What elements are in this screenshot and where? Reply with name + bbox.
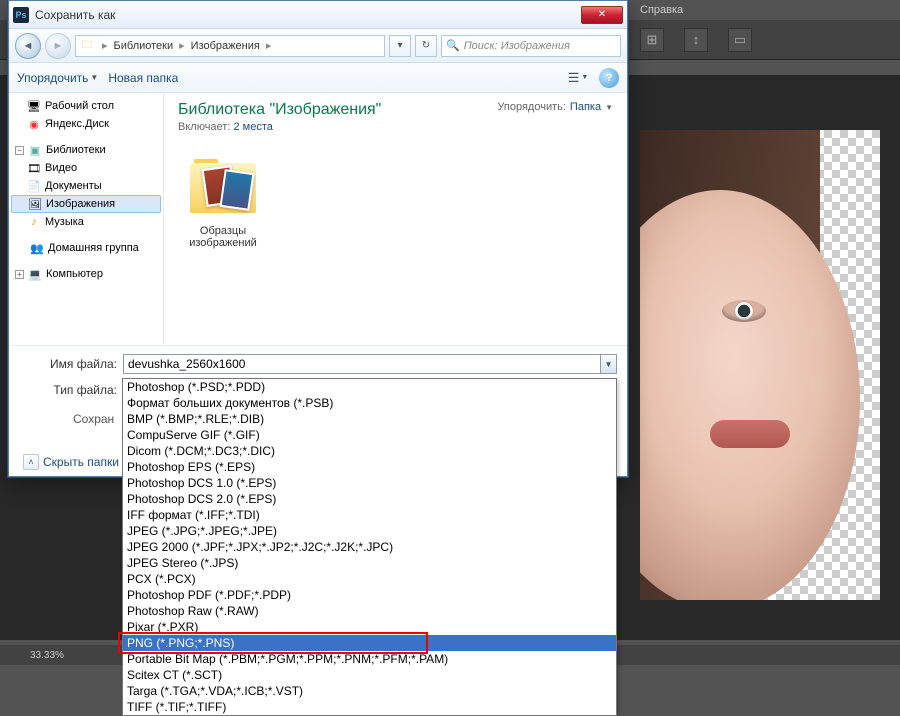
search-placeholder: Поиск: Изображения [464, 40, 570, 52]
tool-setting-3[interactable]: ▭ [728, 28, 752, 52]
menu-help[interactable]: Справка [640, 4, 683, 16]
chevron-down-icon: ▼ [90, 73, 98, 82]
tree-desktop[interactable]: 🖥Рабочий стол [9, 97, 163, 115]
ps-app-icon: Ps [13, 7, 29, 23]
tree-homegroup[interactable]: 👥Домашняя группа [9, 239, 163, 257]
filename-label: Имя файла: [19, 357, 123, 371]
dialog-title: Сохранить как [35, 8, 581, 22]
expand-icon[interactable]: + [15, 270, 24, 279]
video-icon: 🎞 [27, 161, 41, 175]
homegroup-icon: 👥 [30, 241, 44, 255]
chevron-down-icon: ▼ [605, 103, 613, 112]
filetype-option[interactable]: Photoshop DCS 1.0 (*.EPS) [123, 475, 616, 491]
filetype-option[interactable]: Формат больших документов (*.PSB) [123, 395, 616, 411]
filetype-option[interactable]: Pixar (*.PXR) [123, 619, 616, 635]
filetype-option[interactable]: Photoshop (*.PSD;*.PDD) [123, 379, 616, 395]
collapse-icon[interactable]: − [15, 146, 24, 155]
tree-images[interactable]: 🖼Изображения [11, 195, 161, 213]
sort-value[interactable]: Папка [570, 101, 601, 113]
organize-button[interactable]: Упорядочить ▼ [17, 71, 98, 85]
nav-bar: ◄ ► 🗀 ▸ Библиотеки ▸ Изображения ▸ ▾ ↻ 🔍… [9, 29, 627, 63]
filename-input[interactable]: devushka_2560x1600 ▼ [123, 354, 617, 374]
libraries-icon: ▣ [28, 143, 42, 157]
filetype-option[interactable]: Photoshop Raw (*.RAW) [123, 603, 616, 619]
tree-libraries[interactable]: −▣Библиотеки [9, 141, 163, 159]
filetype-option[interactable]: BMP (*.BMP;*.RLE;*.DIB) [123, 411, 616, 427]
tree-documents[interactable]: 📄Документы [9, 177, 163, 195]
dialog-titlebar[interactable]: Ps Сохранить как ✕ [9, 1, 627, 29]
chevron-down-icon[interactable]: ▼ [600, 355, 616, 373]
chevron-up-icon: ˄ [23, 454, 39, 470]
filetype-option[interactable]: Photoshop DCS 2.0 (*.EPS) [123, 491, 616, 507]
filetype-option[interactable]: JPEG Stereo (*.JPS) [123, 555, 616, 571]
breadcrumb-sep-icon: ▸ [262, 39, 276, 52]
filetype-option[interactable]: JPEG (*.JPG;*.JPEG;*.JPE) [123, 523, 616, 539]
filetype-option[interactable]: Photoshop PDF (*.PDF;*.PDP) [123, 587, 616, 603]
places-link[interactable]: 2 места [233, 121, 272, 133]
filetype-option[interactable]: Targa (*.TGA;*.VDA;*.ICB;*.VST) [123, 683, 616, 699]
breadcrumb[interactable]: 🗀 ▸ Библиотеки ▸ Изображения ▸ [75, 35, 385, 57]
search-icon: 🔍 [446, 39, 460, 52]
chevron-down-icon: ▼ [581, 74, 588, 81]
documents-icon: 📄 [27, 179, 41, 193]
breadcrumb-folder[interactable]: Изображения [189, 40, 262, 52]
help-button[interactable]: ? [599, 68, 619, 88]
images-icon: 🖼 [28, 197, 42, 211]
tree-yandex-disk[interactable]: ◉Яндекс.Диск [9, 115, 163, 133]
desktop-icon: 🖥 [27, 99, 41, 113]
breadcrumb-dropdown[interactable]: ▾ [389, 35, 411, 57]
filetype-option[interactable]: PCX (*.PCX) [123, 571, 616, 587]
tree-computer[interactable]: +💻Компьютер [9, 265, 163, 283]
filetype-dropdown[interactable]: Photoshop (*.PSD;*.PDD)Формат больших до… [122, 378, 617, 716]
filetype-option[interactable]: JPEG 2000 (*.JPF;*.JPX;*.JP2;*.J2C;*.J2K… [123, 539, 616, 555]
back-button[interactable]: ◄ [15, 33, 41, 59]
filetype-option[interactable]: TIFF (*.TIF;*.TIFF) [123, 699, 616, 715]
filetype-option[interactable]: PNG (*.PNG;*.PNS) [123, 635, 616, 651]
close-button[interactable]: ✕ [581, 6, 623, 24]
library-subtitle: Включает: 2 места [178, 121, 613, 133]
libraries-icon: 🗀 [76, 36, 98, 55]
sort-control[interactable]: Упорядочить: Папка ▼ [497, 101, 613, 113]
tree-video[interactable]: 🎞Видео [9, 159, 163, 177]
tree-music[interactable]: ♪Музыка [9, 213, 163, 231]
view-options-button[interactable]: ☰ ▼ [567, 68, 589, 88]
search-input[interactable]: 🔍 Поиск: Изображения [441, 35, 621, 57]
nav-tree[interactable]: 🖥Рабочий стол ◉Яндекс.Диск −▣Библиотеки … [9, 93, 164, 345]
folder-item[interactable]: Образцы изображений [178, 159, 268, 249]
filetype-option[interactable]: Photoshop EPS (*.EPS) [123, 459, 616, 475]
new-folder-button[interactable]: Новая папка [108, 71, 178, 85]
music-icon: ♪ [27, 215, 41, 229]
filetype-option[interactable]: Scitex CT (*.SCT) [123, 667, 616, 683]
tool-setting-1[interactable]: ⊞ [640, 28, 664, 52]
filetype-option[interactable]: Dicom (*.DCM;*.DC3;*.DIC) [123, 443, 616, 459]
folder-label: Образцы изображений [178, 225, 268, 249]
hide-folders-button[interactable]: ˄ Скрыть папки [23, 454, 119, 470]
computer-icon: 💻 [28, 267, 42, 281]
filetype-option[interactable]: CompuServe GIF (*.GIF) [123, 427, 616, 443]
breadcrumb-sep-icon: ▸ [98, 39, 112, 52]
filetype-label: Тип файла: [19, 383, 123, 397]
refresh-button[interactable]: ↻ [415, 35, 437, 57]
tool-setting-2[interactable]: ↕ [684, 28, 708, 52]
zoom-level[interactable]: 33.33% [30, 650, 64, 661]
folder-icon [184, 159, 262, 219]
breadcrumb-sep-icon: ▸ [175, 39, 189, 52]
forward-button[interactable]: ► [45, 33, 71, 59]
dialog-toolbar: Упорядочить ▼ Новая папка ☰ ▼ ? [9, 63, 627, 93]
image-content-face [640, 190, 860, 600]
filetype-option[interactable]: IFF формат (*.IFF;*.TDI) [123, 507, 616, 523]
breadcrumb-root[interactable]: Библиотеки [112, 40, 176, 52]
document-canvas[interactable] [640, 130, 880, 600]
content-pane[interactable]: Упорядочить: Папка ▼ Библиотека "Изображ… [164, 93, 627, 345]
yadisk-icon: ◉ [27, 117, 41, 131]
